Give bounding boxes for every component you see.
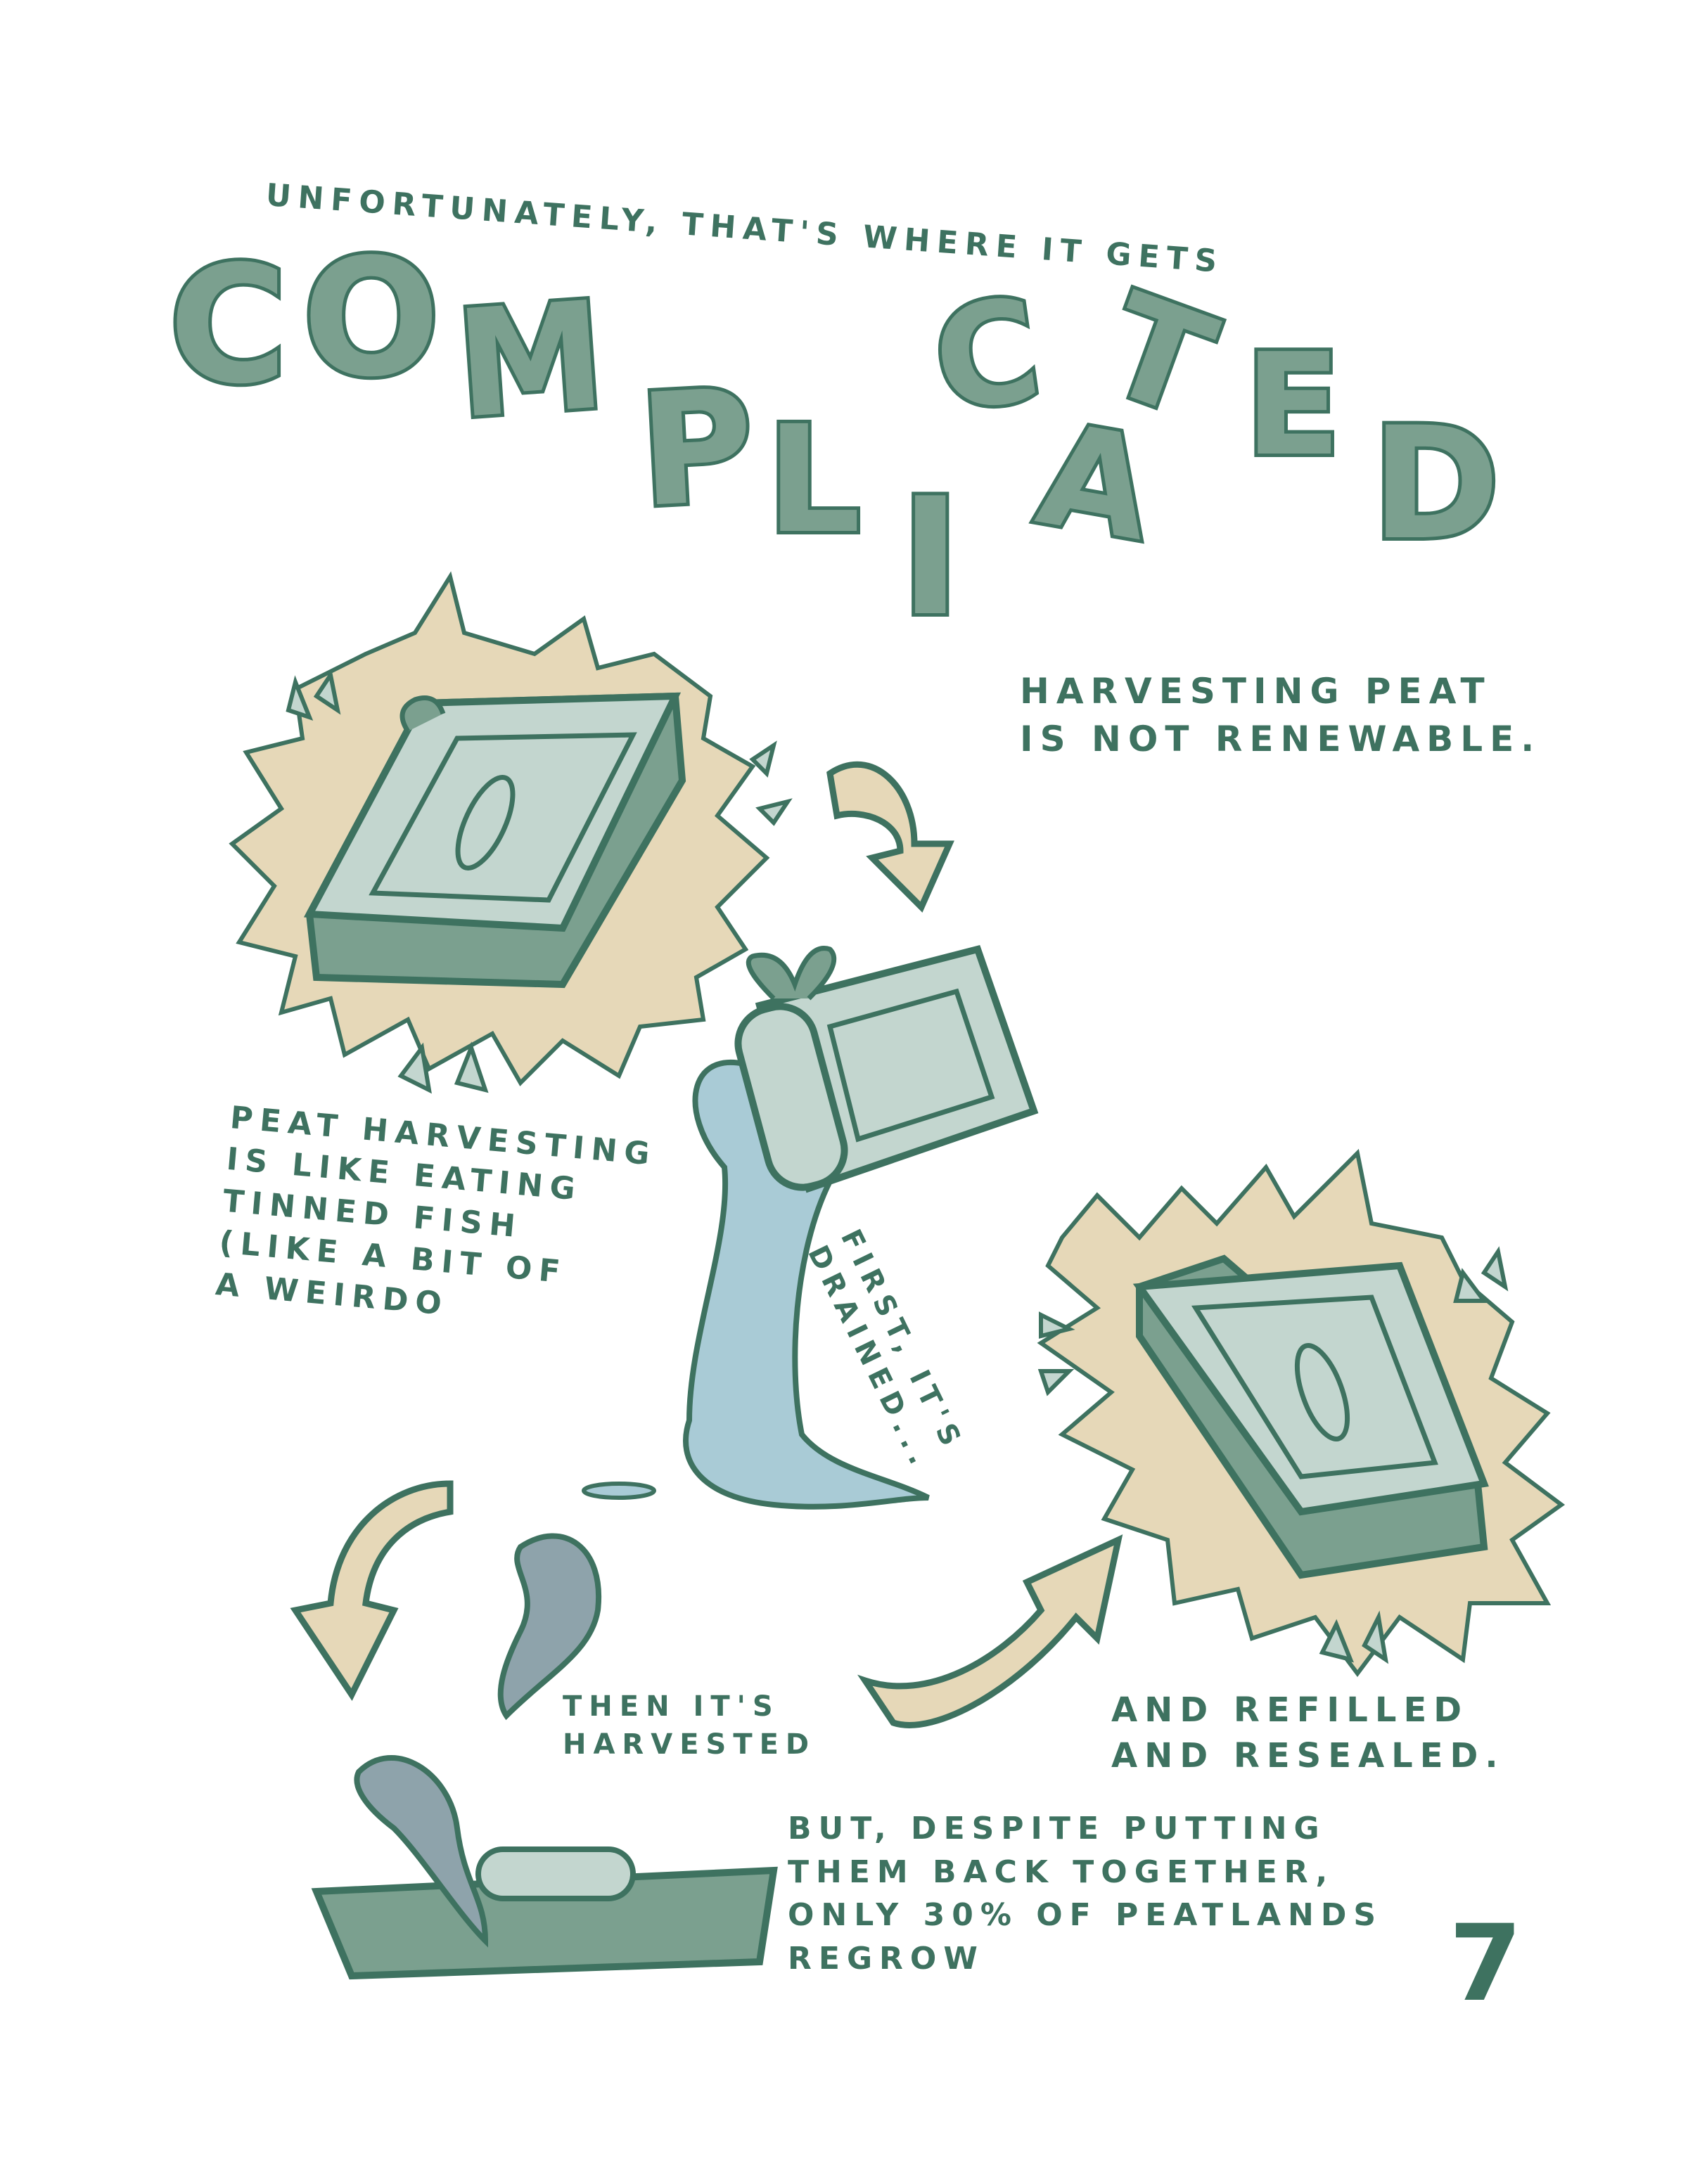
- title-letter-p: P: [632, 352, 761, 545]
- title-letter-c1: C: [165, 229, 291, 423]
- puddle: [582, 1482, 656, 1500]
- title-letter-o: O: [299, 221, 444, 416]
- sardine-tin-closed-left: [229, 571, 770, 1086]
- note-resealed: AND REFILLED AND RESEALED.: [1111, 1690, 1505, 1775]
- arrow-top-right: [826, 762, 954, 913]
- note-not-renewable: HARVESTING PEAT IS NOT RENEWABLE.: [1020, 671, 1542, 759]
- tin-rolled-lid-bottom: [475, 1846, 636, 1901]
- sardine-tin-resealed-right: [1037, 1148, 1566, 1677]
- page-number: 7: [1449, 1903, 1523, 2025]
- title-letter-e: E: [1241, 320, 1345, 491]
- note-regrow: BUT, DESPITE PUTTING THEM BACK TOGETHER,…: [788, 1811, 1383, 1977]
- arrow-up-right: [857, 1534, 1123, 1728]
- title-letter-i: I: [897, 461, 964, 655]
- title-letter-m: M: [448, 266, 614, 455]
- note-analogy: PEAT HARVESTING IS LIKE EATING TINNED FI…: [214, 1099, 658, 1323]
- sardine-tin-pouring: [582, 945, 1039, 1510]
- note-harvested: THEN IT'S HARVESTED: [563, 1690, 817, 1761]
- arrow-left-curve: [290, 1480, 454, 1701]
- title-letter-d: D: [1368, 390, 1504, 577]
- title-letter-l: L: [763, 390, 864, 570]
